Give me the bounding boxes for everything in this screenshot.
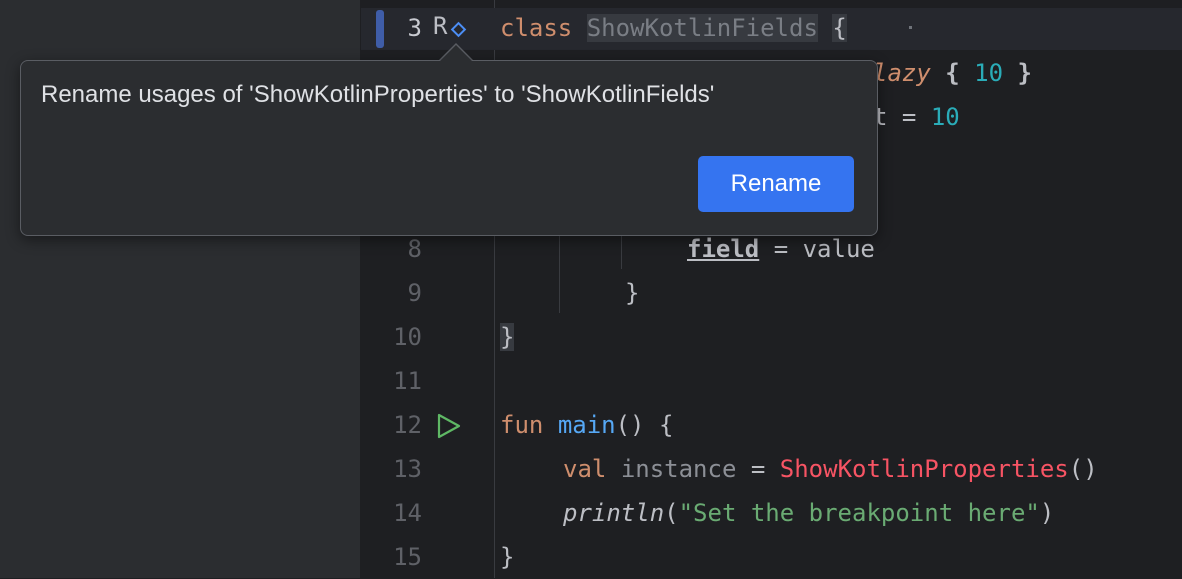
- line-number-14: 14: [393, 499, 422, 527]
- indent-guide: [559, 225, 560, 313]
- renamed-class-name[interactable]: ShowKotlinFields: [586, 14, 818, 42]
- code-line-15: }: [500, 543, 515, 571]
- popup-arrow-fill: [439, 45, 473, 62]
- code-text: t =: [873, 103, 917, 131]
- rename-button[interactable]: Rename: [698, 156, 854, 212]
- line-number-15: 15: [393, 543, 422, 571]
- code-line-12: fun main() {: [500, 403, 673, 447]
- code-text: = value: [759, 235, 875, 263]
- code-line-13: val instance = ShowKotlinProperties(): [563, 447, 1098, 491]
- number-literal: 10: [930, 103, 960, 131]
- code-line-4-partial: lazy { 10 }: [873, 51, 1032, 95]
- open-brace: {: [832, 14, 847, 42]
- code-text: (: [664, 499, 679, 527]
- number-literal: 10: [974, 59, 1004, 87]
- code-text: () {: [615, 411, 674, 439]
- code-line-5-partial: t = 10: [873, 95, 960, 139]
- code-line-3: class ShowKotlinFields {: [500, 6, 847, 50]
- caret-hint: [909, 26, 912, 29]
- rename-usages-popup: Rename usages of 'ShowKotlinProperties' …: [20, 60, 878, 236]
- line-number-11: 11: [393, 367, 422, 395]
- line-number-10: 10: [393, 323, 422, 351]
- line-number-12: 12: [393, 411, 422, 439]
- field-keyword: field: [687, 235, 760, 263]
- line-number-13: 13: [393, 455, 422, 483]
- code-text: (): [1068, 455, 1098, 483]
- keyword-val: val: [563, 455, 607, 483]
- line-number-9: 9: [407, 279, 422, 307]
- run-icon[interactable]: [436, 412, 462, 440]
- unresolved-reference[interactable]: ShowKotlinProperties: [780, 455, 1069, 483]
- brace: {: [945, 59, 960, 87]
- line-number-3: 3: [407, 14, 422, 42]
- brace: }: [1017, 59, 1032, 87]
- popup-message: Rename usages of 'ShowKotlinProperties' …: [41, 81, 715, 108]
- close-brace-highlight: }: [500, 323, 515, 351]
- code-line-10: }: [500, 315, 515, 359]
- code-text: =: [736, 455, 780, 483]
- rename-refactoring-icon[interactable]: R: [433, 8, 447, 44]
- keyword-fun: fun: [500, 411, 544, 439]
- string-literal: "Set the breakpoint here": [678, 499, 1040, 527]
- variable-instance: instance: [620, 455, 737, 483]
- code-text: ): [1039, 499, 1055, 527]
- code-line-14: println("Set the breakpoint here"): [563, 491, 1054, 535]
- keyword-lazy: lazy: [873, 59, 931, 87]
- function-println: println: [563, 499, 665, 527]
- function-main: main: [557, 411, 616, 439]
- code-line-9: }: [625, 279, 640, 307]
- keyword-class: class: [500, 14, 573, 42]
